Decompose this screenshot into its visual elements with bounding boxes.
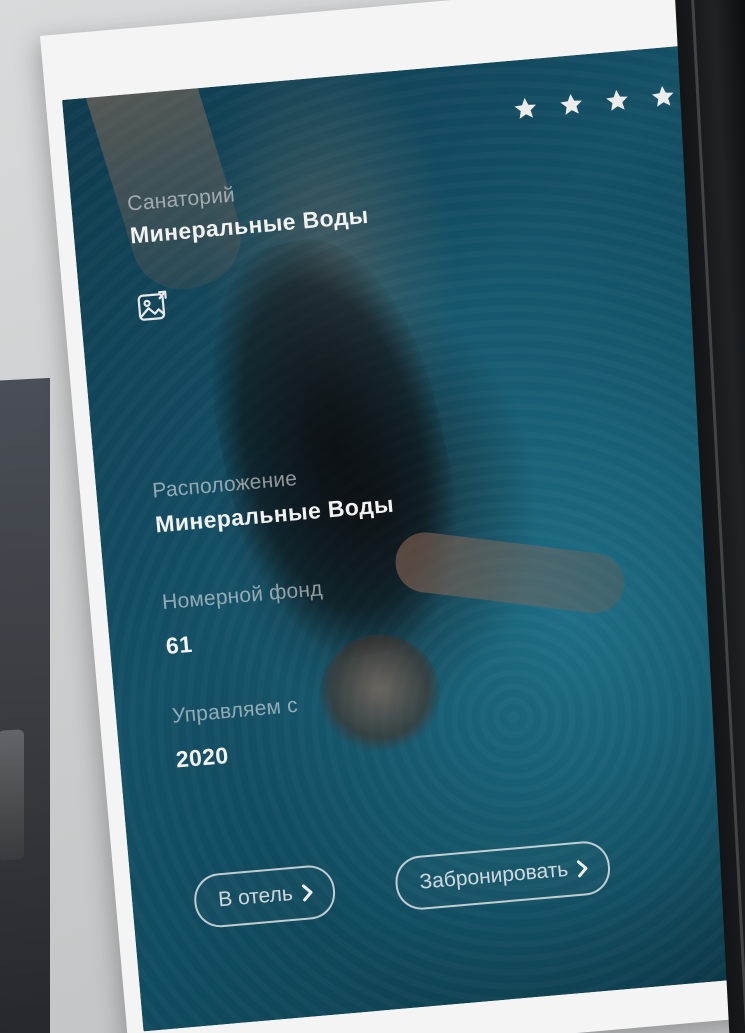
chevron-right-icon <box>301 884 313 902</box>
to-hotel-label: В отель <box>217 881 294 912</box>
rooms-value: 61 <box>164 630 194 659</box>
image-gallery-icon[interactable] <box>135 287 174 324</box>
stage: Санаторий Минеральные Воды Расположение … <box>0 0 745 1033</box>
star-icon <box>606 89 628 111</box>
book-label: Забронировать <box>418 857 570 894</box>
star-icon <box>560 93 582 115</box>
managed-since-value: 2020 <box>174 742 230 773</box>
star-icon <box>651 85 674 107</box>
hotel-card: Санаторий Минеральные Воды Расположение … <box>62 42 745 1032</box>
background-chair <box>0 729 24 861</box>
star-icon <box>514 97 537 119</box>
background-photo-card <box>0 377 50 1033</box>
chevron-right-icon <box>577 860 588 878</box>
